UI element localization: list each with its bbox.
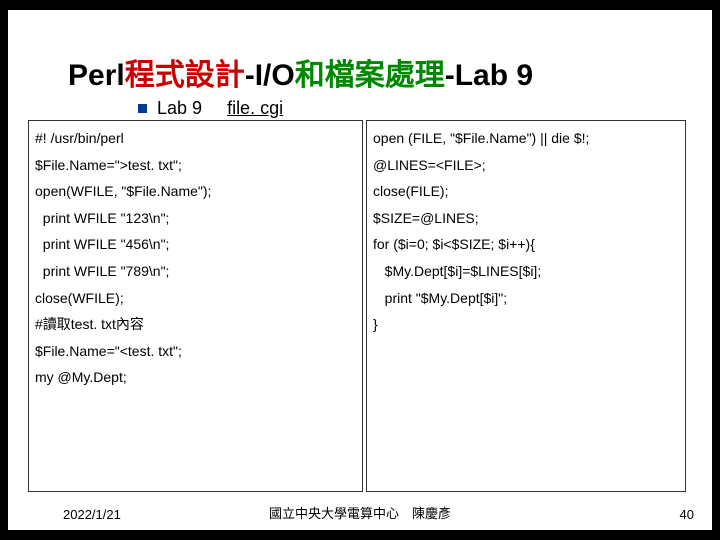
title-part4: 和檔案處理 — [295, 59, 445, 92]
code-line: print WFILE "456\n"; — [35, 231, 356, 258]
slide: Perl程式設計-I/O和檔案處理-Lab 9 Lab 9 file. cgi … — [8, 10, 712, 530]
subtitle-label: Lab 9 — [157, 98, 202, 118]
code-line: close(WFILE); — [35, 285, 356, 312]
code-line: open (FILE, "$File.Name") || die $!; — [373, 125, 679, 152]
code-right-box: open (FILE, "$File.Name") || die $!; @LI… — [366, 120, 686, 492]
code-line: $My.Dept[$i]=$LINES[$i]; — [373, 258, 679, 285]
title-part5: -Lab 9 — [445, 59, 533, 92]
title-part3: -I/O — [245, 59, 295, 92]
code-line: print WFILE "789\n"; — [35, 258, 356, 285]
code-left-box: #! /usr/bin/perl $File.Name=">test. txt"… — [28, 120, 363, 492]
code-line: my @My.Dept; — [35, 364, 356, 391]
page-title: Perl程式設計-I/O和檔案處理-Lab 9 — [68, 50, 533, 94]
title-part1: Perl — [68, 59, 125, 92]
code-line: @LINES=<FILE>; — [373, 152, 679, 179]
code-line: #! /usr/bin/perl — [35, 125, 356, 152]
subtitle: Lab 9 file. cgi — [157, 98, 283, 119]
footer-page: 40 — [680, 507, 694, 522]
code-line: print "$My.Dept[$i]"; — [373, 285, 679, 312]
code-line: #讀取test. txt內容 $File.Name="<test. txt"; — [35, 311, 356, 364]
square-bullet-icon — [138, 104, 147, 113]
subtitle-row: Lab 9 file. cgi — [138, 98, 283, 119]
code-line: } — [373, 311, 679, 338]
title-part2: 程式設計 — [125, 59, 245, 92]
footer-center: 國立中央大學電算中心 陳慶彥 — [8, 503, 712, 522]
code-line: $SIZE=@LINES; — [373, 205, 679, 232]
subtitle-filename: file. cgi — [227, 98, 283, 118]
code-line: open(WFILE, "$File.Name"); — [35, 178, 356, 205]
code-line: close(FILE); — [373, 178, 679, 205]
code-line: $File.Name=">test. txt"; — [35, 152, 356, 179]
code-line: for ($i=0; $i<$SIZE; $i++){ — [373, 231, 679, 258]
code-line: print WFILE "123\n"; — [35, 205, 356, 232]
